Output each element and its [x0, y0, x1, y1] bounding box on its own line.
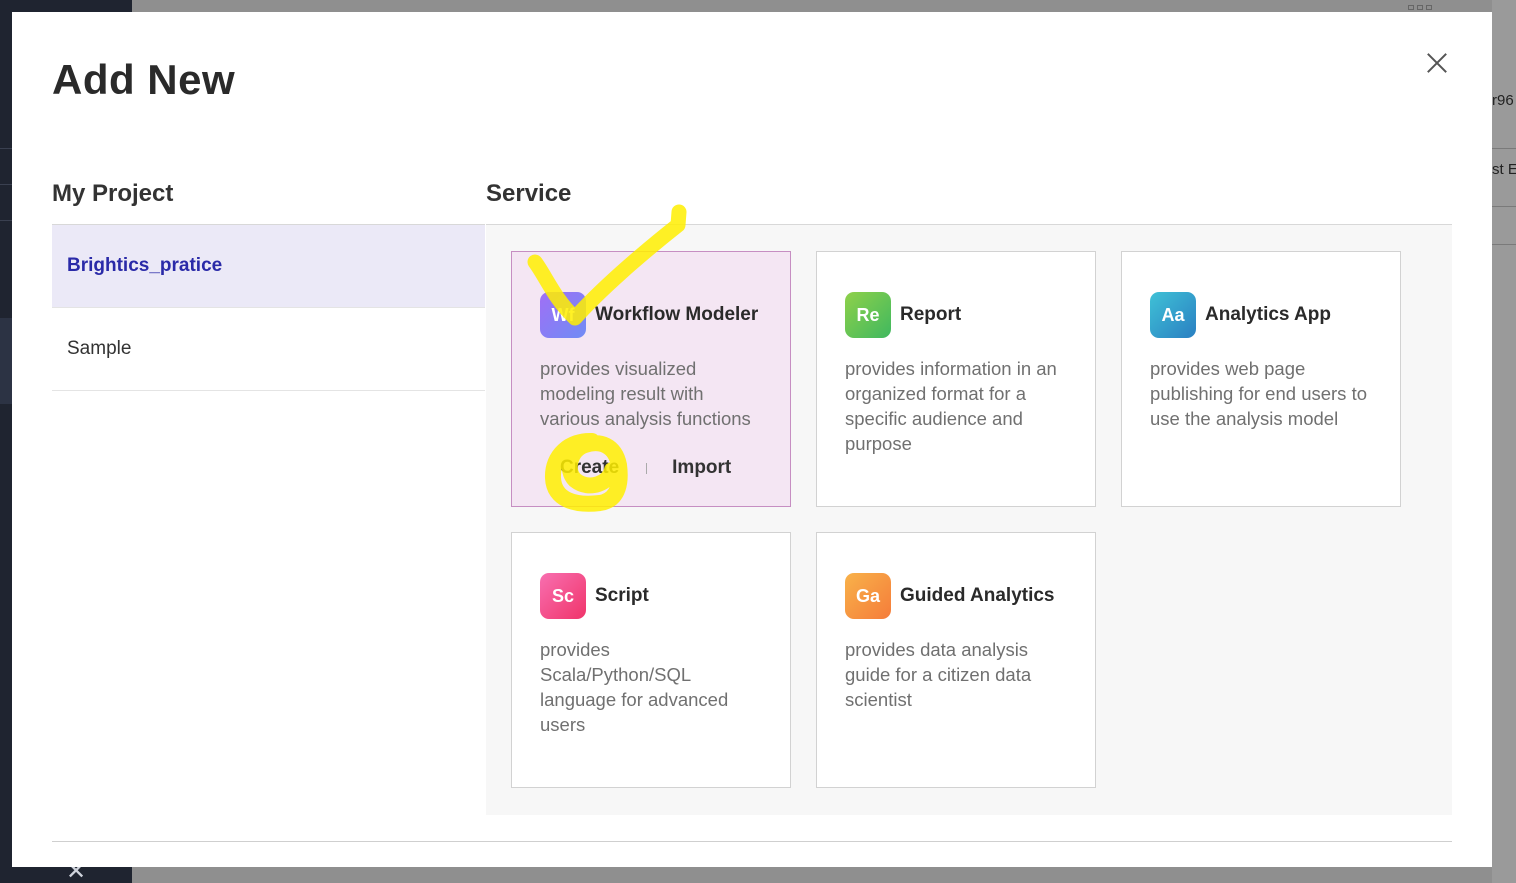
my-project-heading: My Project: [52, 180, 174, 207]
guided-analytics-icon: Ga: [845, 573, 891, 619]
service-card-analytics-app[interactable]: Aa Analytics App provides web page publi…: [1121, 251, 1401, 507]
modal-title: Add New: [52, 56, 236, 103]
service-card-name: Report: [900, 304, 962, 325]
service-card-script[interactable]: Sc Script provides Scala/Python/SQL lang…: [511, 532, 791, 788]
service-card-description: provides visualized modeling result with…: [540, 358, 751, 429]
service-card-guided-analytics[interactable]: Ga Guided Analytics provides data analys…: [816, 532, 1096, 788]
service-card-name: Guided Analytics: [900, 585, 1055, 606]
project-item-label: Brightics_pratice: [67, 255, 223, 276]
service-card-name: Analytics App: [1205, 304, 1331, 325]
service-heading: Service: [486, 180, 572, 207]
background-grid-icon: [1408, 5, 1434, 11]
import-button[interactable]: Import: [672, 457, 731, 479]
service-card-description: provides information in an organized for…: [845, 358, 1057, 454]
analytics-app-icon: Aa: [1150, 292, 1196, 338]
service-card-description: provides web page publishing for end use…: [1150, 358, 1367, 429]
service-card-description: provides Scala/Python/SQL language for a…: [540, 639, 729, 735]
project-item-sample[interactable]: Sample: [52, 308, 485, 391]
service-card-description: provides data analysis guide for a citiz…: [845, 639, 1032, 710]
background-text: st E: [1492, 161, 1516, 178]
footer-divider: [52, 841, 1452, 842]
script-icon: Sc: [540, 573, 586, 619]
action-separator: [646, 462, 648, 474]
background-right-panel: r96 st E: [1492, 0, 1516, 883]
add-new-modal: Add New My Project Service Brightics_pra…: [12, 12, 1492, 867]
create-button[interactable]: Create: [560, 457, 619, 479]
background-divider: [1492, 148, 1516, 149]
service-card-workflow-modeler[interactable]: Wf Workflow Modeler provides visualized …: [511, 251, 791, 507]
background-divider: [1492, 206, 1516, 207]
service-card-name: Workflow Modeler: [595, 304, 759, 325]
close-icon[interactable]: [1422, 48, 1452, 78]
project-list: Brightics_pratice Sample: [52, 224, 485, 391]
workflow-modeler-icon: Wf: [540, 292, 586, 338]
report-icon: Re: [845, 292, 891, 338]
service-panel: Wf Workflow Modeler provides visualized …: [486, 224, 1452, 815]
background-highlight: [0, 318, 12, 404]
service-card-report[interactable]: Re Report provides information in an org…: [816, 251, 1096, 507]
service-card-name: Script: [595, 585, 649, 606]
project-item-brightics-pratice[interactable]: Brightics_pratice: [52, 225, 485, 308]
background-divider: [1492, 244, 1516, 245]
service-card-actions: Create Import: [560, 457, 731, 479]
project-item-label: Sample: [67, 338, 132, 359]
background-text: r96: [1492, 92, 1514, 109]
